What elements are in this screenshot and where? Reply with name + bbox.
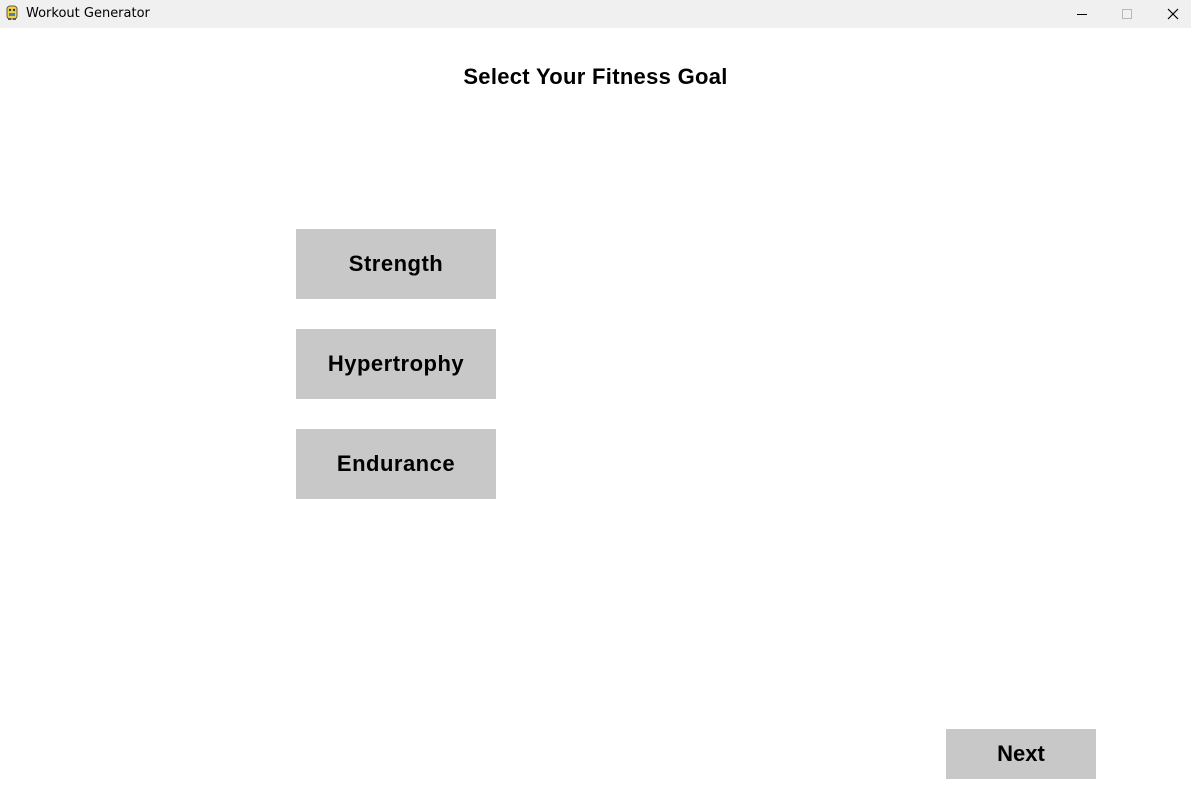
endurance-button[interactable]: Endurance [296,429,496,499]
maximize-icon [1122,9,1132,19]
title-bar: Workout Generator [0,0,1191,28]
minimize-button[interactable] [1059,0,1105,28]
maximize-button[interactable] [1104,0,1150,28]
close-button[interactable] [1150,0,1191,28]
page-title: Select Your Fitness Goal [463,64,728,89]
window-title: Workout Generator [26,6,150,21]
app-window: Workout Generator Select Your Fitness Go… [0,0,1191,811]
next-button[interactable]: Next [946,729,1096,779]
app-icon [6,5,18,20]
close-icon [1167,8,1179,20]
strength-button[interactable]: Strength [296,229,496,299]
minimize-icon [1077,14,1087,15]
hypertrophy-button[interactable]: Hypertrophy [296,329,496,399]
